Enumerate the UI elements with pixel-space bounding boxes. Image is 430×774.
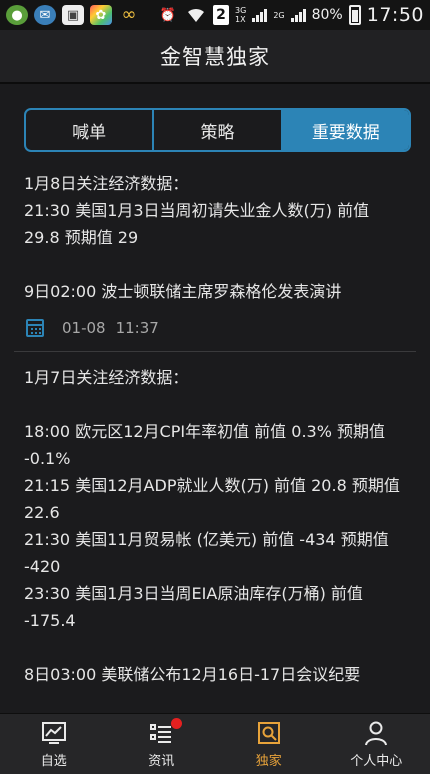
nav-watchlist[interactable]: 自选 bbox=[0, 714, 108, 774]
alarm-icon: ⏰ bbox=[157, 5, 179, 25]
post-line: 21:30 美国1月3日当周初请失业金人数(万) 前值 29.8 预期值 29 bbox=[24, 197, 406, 251]
nav-profile[interactable]: 个人中心 bbox=[323, 714, 430, 774]
post-line: 1月7日关注经济数据： bbox=[24, 364, 406, 391]
status-bar: ● ✉ ▣ ✿ ∞ ⏰ 2 3G 1X 2G 80% 17:50 bbox=[0, 0, 430, 30]
post-divider bbox=[14, 351, 416, 352]
title-divider bbox=[0, 82, 430, 84]
line-spacer bbox=[24, 391, 406, 418]
post-line: 21:30 美国11月贸易帐 (亿美元) 前值 -434 预期值 -420 bbox=[24, 526, 406, 580]
battery-charging-icon bbox=[349, 5, 361, 25]
network-type-2: 2G bbox=[273, 11, 284, 20]
post-line: 1月8日关注经济数据： bbox=[24, 170, 406, 197]
signal-icon bbox=[252, 8, 267, 22]
post-line: 18:00 欧元区12月CPI年率初值 前值 0.3% 预期值 -0.1% bbox=[24, 418, 406, 472]
post-line: 21:15 美国12月ADP就业人数(万) 前值 20.8 预期值 22.6 bbox=[24, 472, 406, 526]
title-bar: 金智慧独家 bbox=[0, 30, 430, 82]
network-label: 3G bbox=[235, 6, 246, 15]
nav-label: 个人中心 bbox=[350, 750, 402, 769]
person-icon bbox=[362, 719, 390, 747]
post-item[interactable]: 1月8日关注经济数据： 21:30 美国1月3日当周初请失业金人数(万) 前值 … bbox=[0, 170, 430, 343]
post-line: 23:30 美国1月3日当周EIA原油库存(万桶) 前值 -175.4 bbox=[24, 580, 406, 634]
image-icon: ▣ bbox=[62, 5, 84, 25]
post-item[interactable]: 1月7日关注经济数据： 18:00 欧元区12月CPI年率初值 前值 0.3% … bbox=[0, 364, 430, 688]
tab-call[interactable]: 喊单 bbox=[26, 110, 152, 150]
signal-icon bbox=[291, 8, 306, 22]
calendar-icon bbox=[26, 319, 44, 337]
battery-percent: 80% bbox=[312, 7, 343, 23]
clock: 17:50 bbox=[367, 4, 424, 26]
infinity-icon: ∞ bbox=[118, 5, 140, 25]
page-title: 金智慧独家 bbox=[160, 41, 270, 71]
post-line: 8日03:00 美联储公布12月16日-17日会议纪要 bbox=[24, 661, 406, 688]
line-spacer bbox=[24, 251, 406, 278]
wifi-icon bbox=[185, 5, 207, 25]
app-notification-icon: ● bbox=[6, 5, 28, 25]
nav-label: 资讯 bbox=[148, 750, 174, 769]
network-type-1: 3G 1X bbox=[235, 6, 246, 24]
line-spacer bbox=[24, 634, 406, 661]
message-notification-icon: ✉ bbox=[34, 5, 56, 25]
post-line: 9日02:00 波士顿联储主席罗森格伦发表演讲 bbox=[24, 278, 406, 305]
notification-badge bbox=[171, 718, 182, 729]
status-bar-system: ⏰ 2 3G 1X 2G 80% 17:50 bbox=[157, 4, 424, 26]
chart-icon bbox=[40, 719, 68, 747]
post-meta: 01-08 11:37 bbox=[24, 313, 406, 343]
content-feed[interactable]: 1月8日关注经济数据： 21:30 美国1月3日当周初请失业金人数(万) 前值 … bbox=[0, 170, 430, 710]
nav-exclusive[interactable]: 独家 bbox=[215, 714, 323, 774]
post-date: 01-08 bbox=[62, 319, 106, 337]
segmented-tabs: 喊单 策略 重要数据 bbox=[24, 108, 411, 152]
tab-important-data[interactable]: 重要数据 bbox=[281, 110, 409, 150]
post-time: 11:37 bbox=[116, 319, 159, 337]
tab-strategy[interactable]: 策略 bbox=[152, 110, 280, 150]
nav-news[interactable]: 资讯 bbox=[108, 714, 216, 774]
exclusive-icon bbox=[255, 719, 283, 747]
status-bar-notifications: ● ✉ ▣ ✿ ∞ bbox=[6, 5, 140, 25]
app-notification-icon: ✿ bbox=[90, 5, 112, 25]
nav-label: 独家 bbox=[256, 750, 282, 769]
bottom-nav: 自选 资讯 独家 个人中心 bbox=[0, 713, 430, 774]
nav-label: 自选 bbox=[41, 750, 67, 769]
sim-number: 2 bbox=[213, 5, 229, 25]
network-label: 1X bbox=[235, 15, 246, 24]
